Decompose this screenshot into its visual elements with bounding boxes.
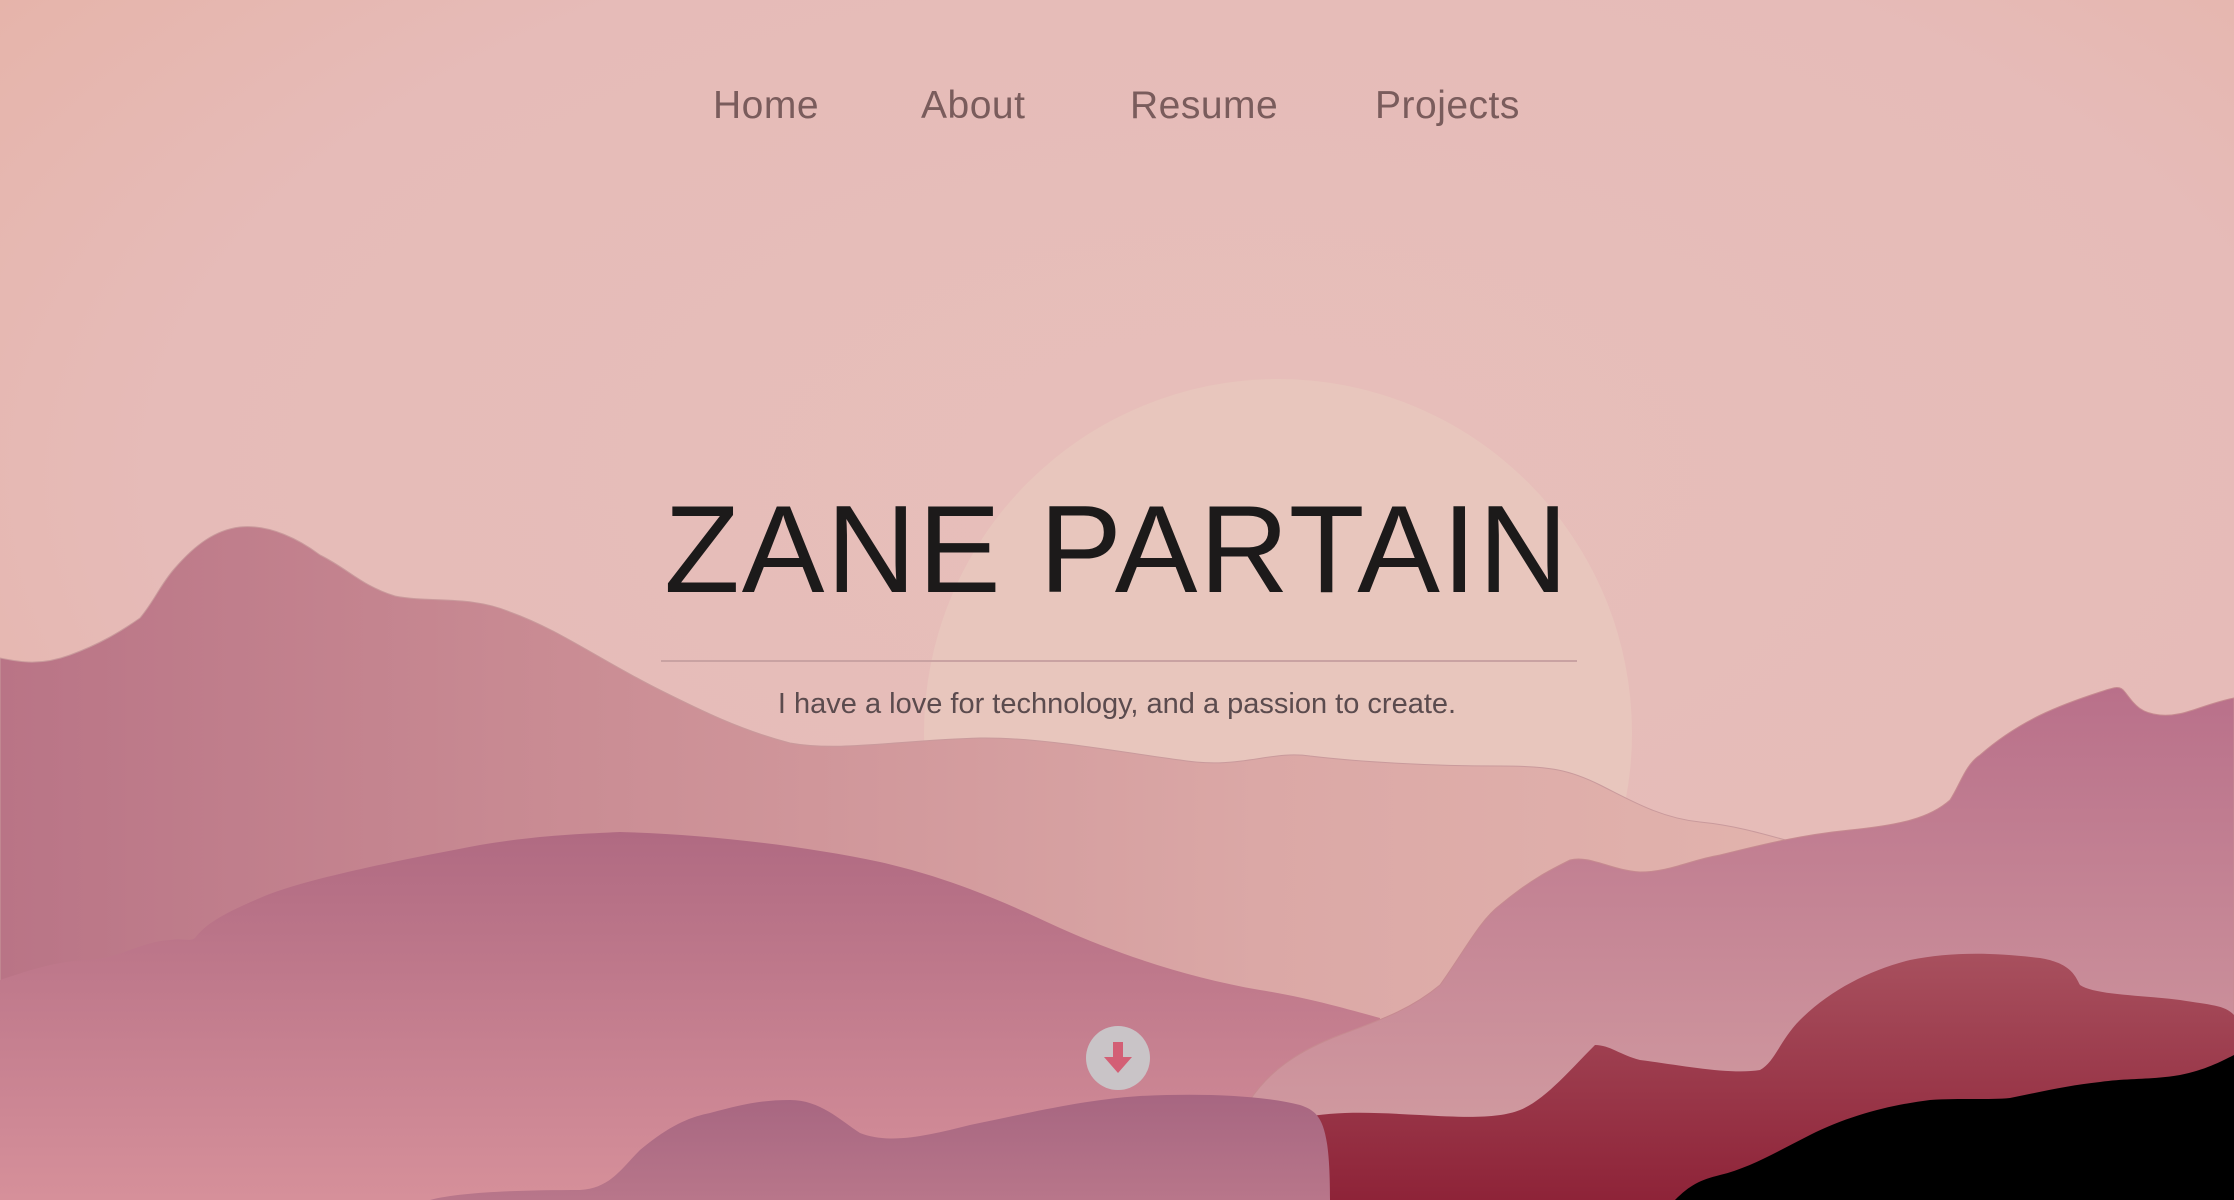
scroll-down-button[interactable] (1086, 1026, 1150, 1090)
arrow-down-icon (1104, 1042, 1132, 1073)
hero-tagline: I have a love for technology, and a pass… (777, 688, 1457, 720)
nav-projects-link[interactable]: Projects (1375, 84, 1520, 128)
main-navigation: Home About Resume Projects (0, 0, 2234, 220)
nav-resume-link[interactable]: Resume (1130, 84, 1278, 128)
nav-home-link[interactable]: Home (713, 84, 819, 128)
nav-about-link[interactable]: About (921, 84, 1025, 128)
hero-divider (661, 660, 1577, 662)
hero-title: ZANE PARTAIN (664, 481, 1570, 619)
